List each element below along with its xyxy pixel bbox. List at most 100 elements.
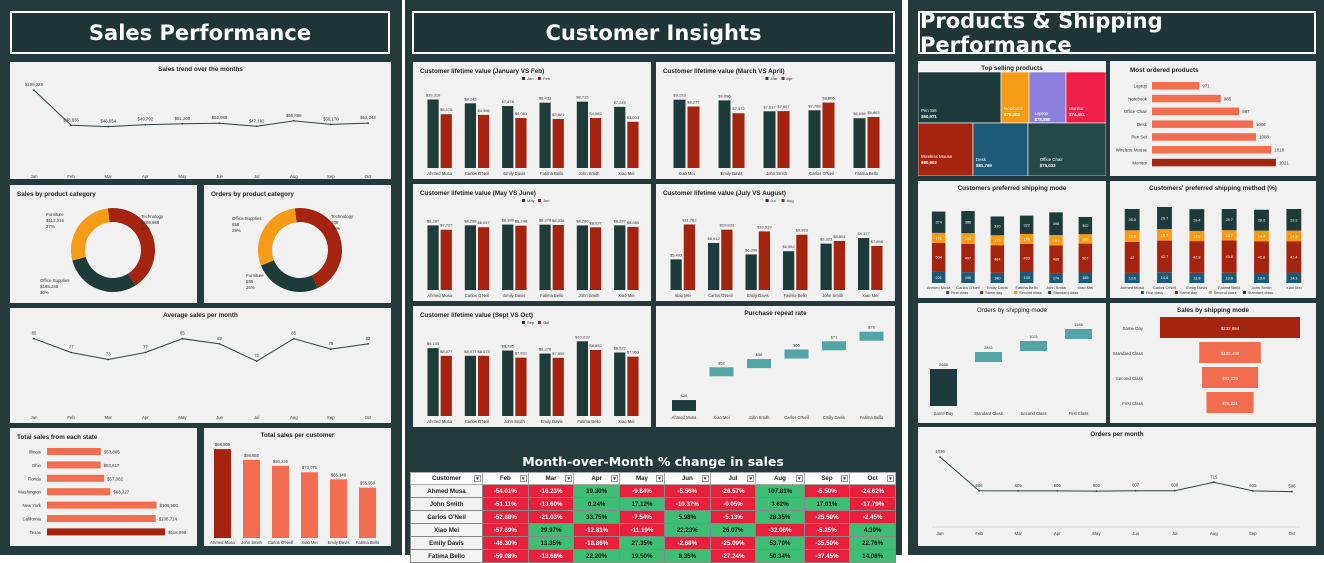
mom-column-header[interactable]: Sep ▾ — [803, 472, 851, 485]
data-point — [978, 489, 981, 492]
legend-swatch — [980, 291, 984, 294]
percent-cell: 22.23% — [664, 523, 711, 537]
legend-swatch — [781, 199, 785, 202]
x-tick-label: John Smith — [749, 415, 771, 420]
data-label: $55,950 — [360, 481, 376, 486]
slice-name: Technology — [141, 214, 164, 219]
data-point — [1291, 490, 1293, 493]
data-label: $7,963 — [627, 350, 640, 355]
data-point — [367, 342, 369, 345]
x-tick-label: Carlos O'Neil — [956, 285, 980, 290]
filter-dropdown-icon[interactable]: ▾ — [701, 475, 709, 482]
legend-swatch — [1014, 291, 1018, 294]
filter-dropdown-icon[interactable]: ▾ — [610, 475, 618, 482]
data-label: $8,715 — [576, 95, 589, 100]
mom-column-header[interactable]: Mar ▾ — [527, 472, 575, 485]
data-label: $6,698 — [853, 111, 866, 116]
chart-svg: Pen Set$50,971 Notebook$76,008 Laptop$78,8… — [918, 71, 1106, 176]
data-label: $8,287 — [427, 218, 440, 223]
customer-header: Customer Insights — [412, 11, 895, 54]
bar — [464, 225, 476, 290]
data-label: $71 — [831, 334, 838, 339]
y-tick-label: Same Day — [1123, 326, 1144, 331]
y-tick-label: Monitor — [1132, 160, 1147, 165]
data-label: $4,986 — [477, 108, 490, 113]
segment-label: 330 — [994, 224, 1000, 228]
segment-label: 42.4 — [1290, 255, 1297, 259]
mom-column-header[interactable]: Apr ▾ — [573, 472, 620, 485]
data-label: $8,085 — [627, 220, 640, 225]
bar — [427, 225, 439, 290]
filter-dropdown-icon[interactable]: ▾ — [519, 475, 527, 482]
bar — [576, 101, 588, 168]
customer-cell: Fatima Bello — [410, 549, 483, 563]
data-label: $8,077 — [464, 349, 477, 354]
segment-label: 398 — [1053, 222, 1059, 226]
segment-label: 13.8 — [1193, 276, 1200, 280]
percent-cell: 13.35% — [527, 536, 575, 550]
mom-column-header[interactable]: Jun ▾ — [664, 472, 711, 485]
x-tick-label: Jul — [254, 415, 260, 420]
data-label: $78 — [868, 325, 875, 330]
bar — [440, 229, 452, 290]
data-point — [33, 337, 35, 340]
x-tick-label: Emily Davis — [503, 171, 525, 176]
percent-cell: 3.62% — [755, 497, 805, 511]
filter-dropdown-icon[interactable]: ▾ — [747, 475, 755, 482]
bar — [783, 251, 795, 290]
data-label: $8,047 — [477, 220, 490, 225]
mom-column-header[interactable]: Feb ▾ — [482, 472, 529, 485]
mom-column-header[interactable]: Aug ▾ — [755, 472, 805, 485]
segment-label: 28.2 — [1258, 219, 1265, 223]
data-label: 606 — [976, 483, 984, 488]
bar — [515, 118, 527, 168]
data-point — [70, 351, 73, 354]
percent-cell: 0.24% — [573, 497, 620, 511]
data-label: 82 — [366, 336, 371, 341]
percent-cell: -5.50% — [803, 484, 851, 498]
x-tick-label: Mar — [1015, 531, 1023, 536]
x-tick-label: Fatima Bello — [540, 293, 564, 298]
bar — [502, 350, 514, 416]
filter-dropdown-icon[interactable]: ▾ — [565, 475, 573, 482]
data-label: 1021 — [1029, 334, 1039, 339]
percent-cell: 27.35% — [618, 536, 666, 550]
chart-svg: 85 Jan 77 Feb 73 Mar 77 Apr 85 May 82 Jun 72 Jul 85 Aug… — [31, 331, 373, 420]
mom-column-header[interactable]: Jul ▾ — [709, 472, 757, 485]
percent-cell: -5.25% — [803, 523, 851, 537]
data-label: $47,182 — [249, 118, 265, 123]
segment-label: 193 — [1023, 276, 1029, 280]
slice-value: $208,988 — [141, 220, 160, 225]
data-point — [33, 89, 35, 91]
data-point — [292, 119, 295, 122]
x-tick-label: Carlos O'Neil — [809, 171, 834, 176]
data-point — [218, 342, 221, 345]
bar — [47, 528, 166, 536]
slice-pct: 30% — [40, 290, 49, 295]
x-tick-label: Carlos O'Neill — [268, 540, 294, 545]
data-label: $57,082 — [107, 476, 123, 481]
mom-header-row: Customer ▾ Feb ▾ Mar ▾ Apr ▾ May ▾ Jun ▾ Jul ▾ Aug ▾ Sep… — [410, 472, 896, 485]
x-tick-label: Emily Davis — [747, 293, 769, 298]
data-label: 77 — [143, 345, 148, 350]
filter-dropdown-icon[interactable]: ▾ — [841, 475, 849, 482]
bar — [822, 341, 846, 351]
mom-column-header[interactable]: May ▾ — [618, 472, 666, 485]
x-tick-label: Xiao Mei — [675, 293, 691, 298]
data-point — [1173, 489, 1176, 492]
bar — [47, 515, 156, 522]
data-label: $11,762 — [682, 217, 697, 222]
filter-dropdown-icon[interactable]: ▾ — [887, 475, 894, 482]
data-label: 1008 — [1259, 135, 1269, 140]
filter-dropdown-icon[interactable]: ▾ — [795, 475, 803, 482]
chart-svg: $105,229 Jan $48,836 Feb $46,654 Mar $49,792 Ap… — [25, 82, 376, 179]
bar — [1152, 107, 1240, 116]
filter-dropdown-icon[interactable]: ▾ — [474, 475, 481, 482]
table-row: Xiao Mei -57.69% 29.97% -12.81% -11.19% 22.23… — [410, 523, 896, 537]
x-tick-label: Xiao Mei — [1078, 285, 1094, 290]
filter-dropdown-icon[interactable]: ▾ — [656, 475, 663, 482]
donut-slice — [258, 208, 297, 266]
x-tick-label: Xiao Mei — [713, 415, 729, 420]
mom-column-header[interactable]: Customer ▾ — [410, 472, 483, 485]
mom-column-header[interactable]: Oct ▾ — [849, 472, 896, 485]
